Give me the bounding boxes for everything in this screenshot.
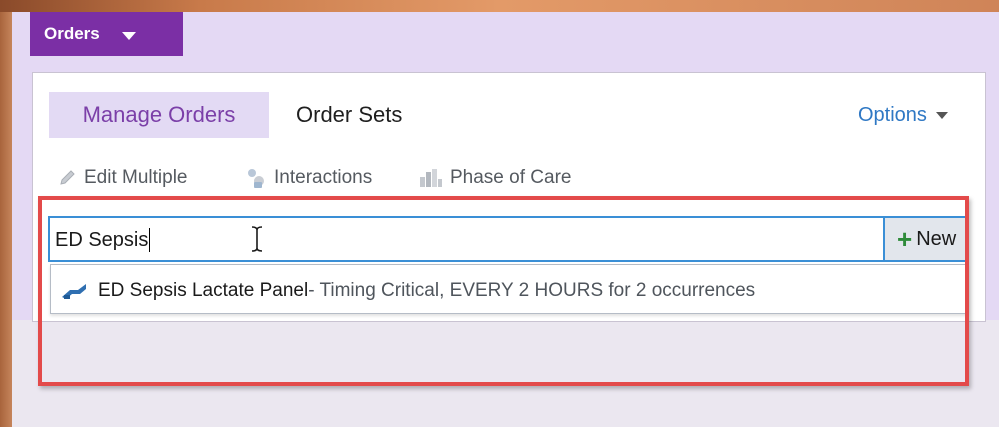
phase-of-care-button[interactable]: Phase of Care [418,164,571,192]
orders-menu-tab-label: Orders [44,24,100,43]
edit-multiple-label: Edit Multiple [84,167,188,188]
options-menu[interactable]: Options [858,100,948,130]
new-order-button-label: New [916,227,957,250]
search-result-name: ED Sepsis Lactate Panel [98,280,309,301]
tab-manage-orders-label: Manage Orders [82,102,236,127]
pencil-icon [60,170,75,185]
interactions-button[interactable]: Interactions [244,164,372,192]
tab-order-sets-label: Order Sets [296,102,403,127]
chevron-down-icon [935,111,948,119]
options-label: Options [858,103,927,126]
order-search-text: ED Sepsis [55,228,149,251]
interactions-icon [248,169,264,188]
interactions-label: Interactions [274,167,373,188]
window-frame-lower [12,320,999,427]
search-result-item[interactable]: ED Sepsis Lactate Panel - Timing Critica… [60,276,755,306]
ibeam-cursor-icon [251,226,263,252]
phase-of-care-icon [420,169,442,187]
tab-order-sets[interactable]: Order Sets [296,92,402,138]
order-search-input[interactable] [48,216,884,262]
text-cursor [149,228,151,252]
phase-of-care-label: Phase of Care [450,167,572,188]
order-search-value[interactable]: ED Sepsis [55,225,151,255]
orders-menu-tab[interactable]: Orders [30,12,183,56]
search-result-detail: - Timing Critical, EVERY 2 HOURS for 2 o… [308,280,756,301]
top-band [0,0,999,12]
order-icon [62,284,86,299]
plus-icon: + [897,224,913,254]
chevron-down-icon [121,31,136,40]
tab-manage-orders[interactable]: Manage Orders [49,92,269,138]
edit-multiple-button[interactable]: Edit Multiple [58,164,188,192]
new-order-button[interactable]: + New [883,216,969,262]
